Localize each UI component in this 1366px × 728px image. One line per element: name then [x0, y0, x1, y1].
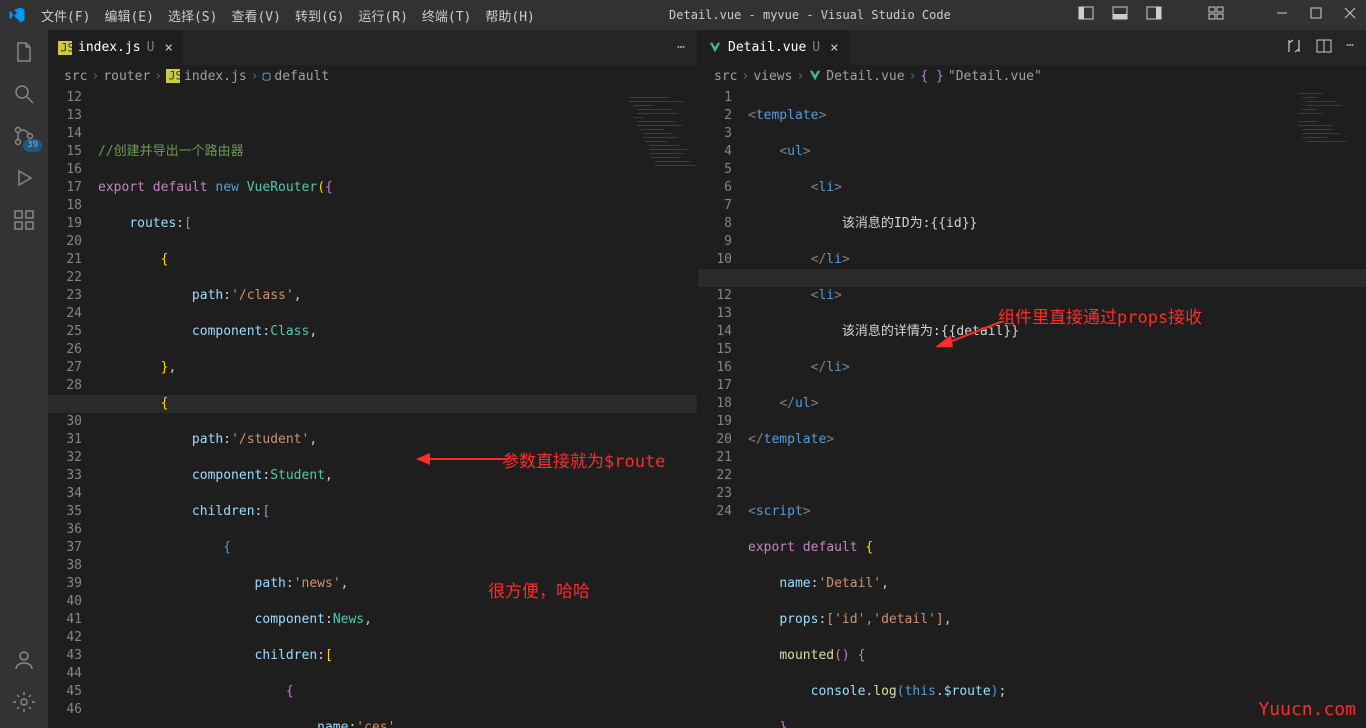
split-editor-icon[interactable]: [1316, 38, 1332, 58]
debug-icon[interactable]: [12, 166, 36, 190]
minimize-icon[interactable]: [1274, 5, 1290, 25]
more-actions-icon[interactable]: ⋯: [677, 40, 685, 55]
scm-icon[interactable]: 39: [12, 124, 36, 148]
account-icon[interactable]: [12, 648, 36, 672]
maximize-icon[interactable]: [1308, 5, 1324, 25]
code-left[interactable]: //创建并导出一个路由器 export default new VueRoute…: [98, 87, 697, 728]
tab-label: index.js: [78, 40, 141, 55]
editor-group-left: JS index.js U × ⋯ src› router› JS index.…: [48, 30, 698, 728]
breadcrumb-right[interactable]: src› views› Detail.vue› { } "Detail.vue": [698, 65, 1366, 87]
menu-edit[interactable]: 编辑(E): [97, 6, 160, 25]
customize-layout-icon[interactable]: [1208, 5, 1224, 25]
search-icon[interactable]: [12, 82, 36, 106]
window-title: Detail.vue - myvue - Visual Studio Code: [542, 8, 1078, 22]
js-file-icon: JS: [166, 69, 180, 83]
close-icon[interactable]: [1342, 5, 1358, 25]
extensions-icon[interactable]: [12, 208, 36, 232]
vue-file-icon: [708, 41, 722, 55]
titlebar: 文件(F) 编辑(E) 选择(S) 查看(V) 转到(G) 运行(R) 终端(T…: [0, 0, 1366, 30]
scm-badge: 39: [23, 139, 42, 152]
watermark: Yuucn.com: [1258, 699, 1356, 720]
minimap[interactable]: [627, 87, 697, 287]
layout-panel-right-icon[interactable]: [1146, 5, 1162, 25]
editor-left[interactable]: 1213141516171819202122232425262728293031…: [48, 87, 697, 728]
diff-icon[interactable]: [1286, 38, 1302, 58]
layout-panel-bottom-icon[interactable]: [1112, 5, 1128, 25]
tab-index-js[interactable]: JS index.js U ×: [48, 30, 183, 65]
tab-close-icon[interactable]: ×: [830, 40, 838, 56]
vue-file-icon: [808, 69, 822, 83]
menu-selection[interactable]: 选择(S): [161, 6, 224, 25]
tab-modified: U: [812, 40, 820, 55]
gear-icon[interactable]: [12, 690, 36, 714]
gutter-right: 123456789101112131415161718192021222324: [698, 87, 748, 728]
editor-group-right: Detail.vue U × ⋯ src› views› Detail.vue›…: [698, 30, 1366, 728]
editor-right[interactable]: 123456789101112131415161718192021222324 …: [698, 87, 1366, 728]
minimap[interactable]: [1296, 87, 1366, 207]
tab-detail-vue[interactable]: Detail.vue U ×: [698, 30, 849, 65]
menu-terminal[interactable]: 终端(T): [415, 6, 478, 25]
layout-panel-left-icon[interactable]: [1078, 5, 1094, 25]
js-file-icon: JS: [58, 41, 72, 55]
svg-text:JS: JS: [169, 69, 180, 83]
menu-view[interactable]: 查看(V): [224, 6, 287, 25]
svg-text:JS: JS: [61, 41, 72, 55]
tabbar-right: Detail.vue U × ⋯: [698, 30, 1366, 65]
tabbar-left: JS index.js U × ⋯: [48, 30, 697, 65]
menu-help[interactable]: 帮助(H): [478, 6, 541, 25]
vscode-logo-icon: [8, 6, 26, 24]
menu-go[interactable]: 转到(G): [288, 6, 351, 25]
menu-run[interactable]: 运行(R): [351, 6, 414, 25]
tab-label: Detail.vue: [728, 40, 806, 55]
tab-close-icon[interactable]: ×: [164, 40, 172, 56]
explorer-icon[interactable]: [12, 40, 36, 64]
menu-file[interactable]: 文件(F): [34, 6, 97, 25]
code-right[interactable]: <template> <ul> <li> 该消息的ID为:{{id}} </li…: [748, 87, 1366, 728]
more-actions-icon[interactable]: ⋯: [1346, 38, 1354, 58]
tab-modified: U: [147, 40, 155, 55]
activity-bar: 39: [0, 30, 48, 728]
breadcrumb-left[interactable]: src› router› JS index.js› ▢ default: [48, 65, 697, 87]
